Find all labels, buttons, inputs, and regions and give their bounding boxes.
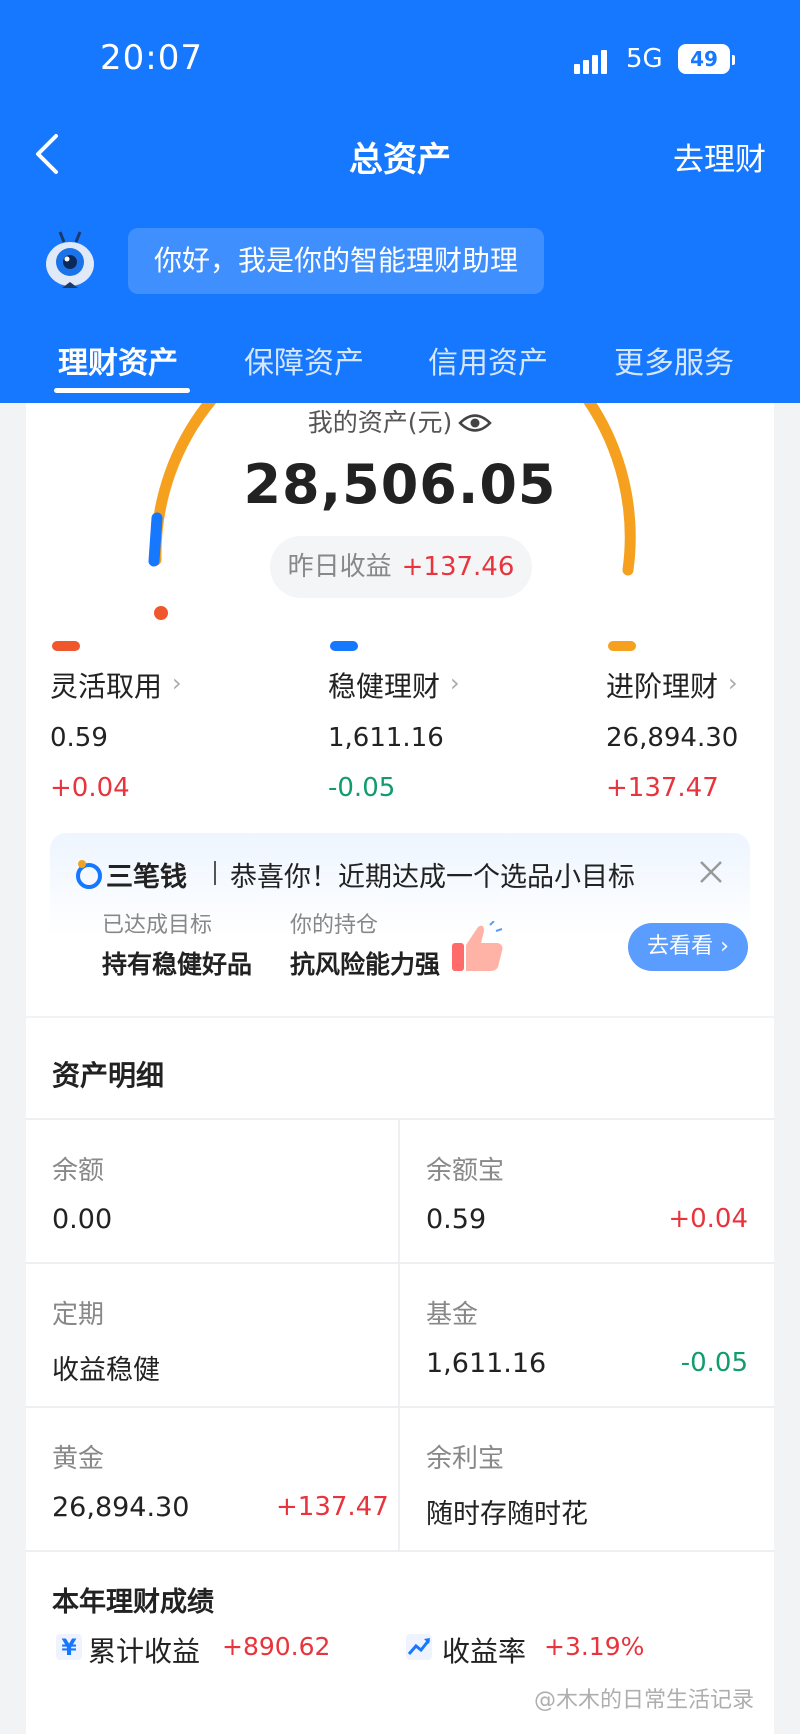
yesterday-earnings-value: +137.46 <box>401 552 515 582</box>
assistant-banner[interactable]: 你好，我是你的智能理财助理 <box>40 222 800 300</box>
promo-title: 恭喜你！近期达成一个选品小目标 <box>230 862 635 893</box>
divider <box>26 1262 774 1264</box>
category-stable[interactable]: 稳健理财 › 1,611.16 -0.05 <box>328 641 558 811</box>
thumbs-up-icon <box>452 921 503 971</box>
tab-wealth-assets[interactable]: 理财资产 <box>58 338 178 382</box>
balance-value: 0.00 <box>52 1204 113 1235</box>
battery-icon: 49 <box>678 44 735 74</box>
asset-details: 资产明细 余额 0.00 余额宝 0.59 +0.04 定期 收益稳健 基金 1… <box>26 1018 774 1550</box>
category-change: +0.04 <box>50 773 130 803</box>
category-value: 26,894.30 <box>606 723 739 753</box>
holdings-label: 你的持仓 <box>290 913 379 938</box>
category-advanced[interactable]: 进阶理财 › 26,894.30 +137.47 <box>606 641 800 811</box>
fund-value: 1,611.16 <box>426 1348 547 1379</box>
section-title: 本年理财成绩 <box>52 1587 214 1618</box>
achieved-goal-label: 已达成目标 <box>102 913 213 938</box>
gold-value: 26,894.30 <box>52 1492 190 1523</box>
category-color-dot <box>330 641 358 651</box>
yen-icon: ¥ <box>56 1634 82 1661</box>
header: 20:07 5G 49 总资产 去理财 你好，我是你的智能理财助理 理财资产 保… <box>0 0 800 403</box>
eye-icon[interactable] <box>458 412 493 434</box>
fund-label[interactable]: 基金 <box>426 1294 478 1331</box>
divider <box>398 1118 400 1550</box>
asset-tabs: 理财资产 保障资产 信用资产 更多服务 <box>0 332 800 403</box>
section-title: 资产明细 <box>52 1059 165 1092</box>
category-flexible[interactable]: 灵活取用 › 0.59 +0.04 <box>50 641 280 811</box>
divider <box>26 1118 774 1120</box>
go-invest-link[interactable]: 去理财 <box>673 134 766 179</box>
category-change: +137.47 <box>606 773 719 803</box>
divider <box>26 1406 774 1408</box>
cumulative-earnings-value: +890.62 <box>222 1632 331 1661</box>
category-color-dot <box>52 641 80 651</box>
view-button[interactable]: 去看看 › <box>628 923 748 971</box>
category-name: 进阶理财 <box>606 670 719 703</box>
balance-label[interactable]: 余额 <box>52 1150 104 1187</box>
chevron-right-icon: › <box>450 669 460 697</box>
network-type: 5G <box>626 44 663 74</box>
watermark: @木木的日常生活记录 <box>533 1688 754 1713</box>
nav-bar: 总资产 去理财 <box>0 118 800 188</box>
gold-change: +137.47 <box>276 1492 389 1522</box>
divider <box>214 861 216 885</box>
signal-icon <box>574 46 614 74</box>
assets-card: 我的资产(元) 28,506.05 昨日收益 +137.46 灵活取用 › 0.5… <box>26 403 774 1016</box>
status-bar: 20:07 5G 49 <box>0 0 800 110</box>
holdings-value: 抗风险能力强 <box>290 950 441 979</box>
close-icon[interactable] <box>698 859 724 885</box>
sanbiqian-logo-icon <box>76 860 102 889</box>
yulibao-value: 随时存随时花 <box>426 1499 588 1530</box>
fixed-term-label[interactable]: 定期 <box>52 1294 104 1331</box>
fund-change: -0.05 <box>680 1348 748 1378</box>
robot-assistant-icon <box>46 231 94 288</box>
total-assets-value: 28,506.05 <box>243 453 557 516</box>
category-value: 1,611.16 <box>328 723 444 753</box>
chevron-right-icon: › <box>172 669 182 697</box>
category-name: 稳健理财 <box>328 670 441 703</box>
return-rate-value: +3.19% <box>544 1632 645 1661</box>
status-time: 20:07 <box>100 38 203 78</box>
fixed-term-value: 收益稳健 <box>52 1355 160 1386</box>
active-tab-indicator <box>54 388 190 393</box>
gold-label[interactable]: 黄金 <box>52 1438 104 1475</box>
achieved-goal-value: 持有稳健好品 <box>102 950 253 979</box>
cumulative-earnings-label: 累计收益 <box>88 1635 201 1668</box>
total-assets-label: 我的资产(元) <box>26 403 774 439</box>
category-value: 0.59 <box>50 723 108 753</box>
chevron-right-icon: › <box>728 669 738 697</box>
yuebao-value: 0.59 <box>426 1204 487 1235</box>
category-name: 灵活取用 <box>50 670 163 703</box>
yuebao-label[interactable]: 余额宝 <box>426 1150 504 1187</box>
yulibao-label[interactable]: 余利宝 <box>426 1438 504 1475</box>
assistant-greeting: 你好，我是你的智能理财助理 <box>128 228 545 294</box>
promo-brand: 三笔钱 <box>106 862 187 893</box>
promo-banner[interactable]: 三笔钱 恭喜你！近期达成一个选品小目标 已达成目标 持有稳健好品 你的持仓 抗风… <box>50 833 750 983</box>
tab-credit-assets[interactable]: 信用资产 <box>428 338 548 382</box>
category-change: -0.05 <box>328 773 396 803</box>
category-color-dot <box>608 641 636 651</box>
yuebao-change: +0.04 <box>668 1204 748 1234</box>
tab-protection-assets[interactable]: 保障资产 <box>244 338 364 382</box>
yesterday-earnings[interactable]: 昨日收益 +137.46 <box>270 536 532 598</box>
return-rate-label: 收益率 <box>442 1635 527 1668</box>
svg-text:¥: ¥ <box>61 1636 77 1660</box>
trend-up-icon <box>406 1634 432 1660</box>
yearly-performance: 本年理财成绩 ¥ 累计收益 +890.62 收益率 +3.19% @木木的日常生… <box>26 1550 774 1734</box>
tab-more-services[interactable]: 更多服务 <box>614 338 734 382</box>
